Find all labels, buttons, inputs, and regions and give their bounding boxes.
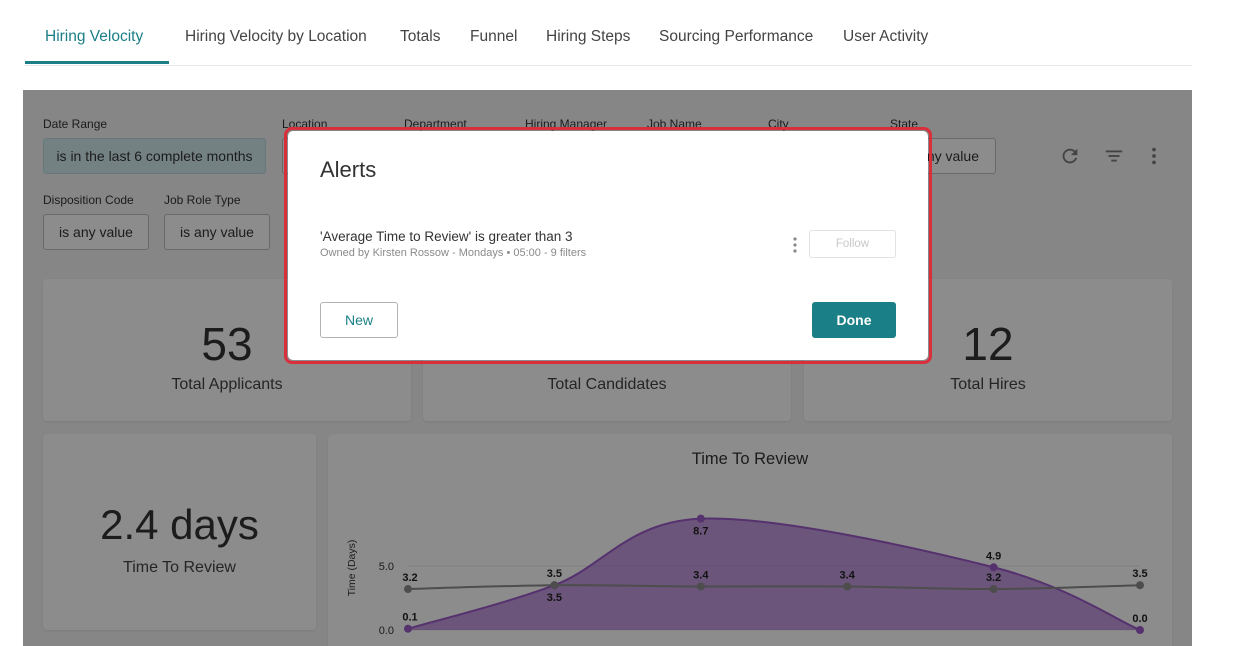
modal-title: Alerts	[320, 157, 377, 182]
tab-totals[interactable]: Totals	[400, 28, 441, 46]
tab-sourcing-performance[interactable]: Sourcing Performance	[659, 28, 813, 46]
tab-hiring-steps[interactable]: Hiring Steps	[546, 28, 630, 46]
new-alert-button[interactable]: New	[320, 302, 398, 338]
tab-hiring-velocity[interactable]: Hiring Velocity	[45, 28, 143, 46]
alert-name: 'Average Time to Review' is greater than…	[320, 229, 573, 244]
done-button[interactable]: Done	[812, 302, 896, 338]
alert-options-icon[interactable]	[788, 235, 802, 255]
tab-user-activity[interactable]: User Activity	[843, 28, 928, 46]
follow-button[interactable]: Follow	[809, 230, 896, 258]
alert-meta: Owned by Kirsten Rossow - Mondays • 05:0…	[320, 247, 587, 259]
tab-hiring-velocity-by-location[interactable]: Hiring Velocity by Location	[185, 28, 367, 46]
active-tab-indicator	[25, 61, 169, 64]
alerts-modal: Alerts 'Average Time to Review' is great…	[288, 131, 928, 360]
tab-funnel[interactable]: Funnel	[470, 28, 517, 46]
dashboard-tabs: Hiring Velocity Hiring Velocity by Locat…	[25, 0, 1192, 66]
